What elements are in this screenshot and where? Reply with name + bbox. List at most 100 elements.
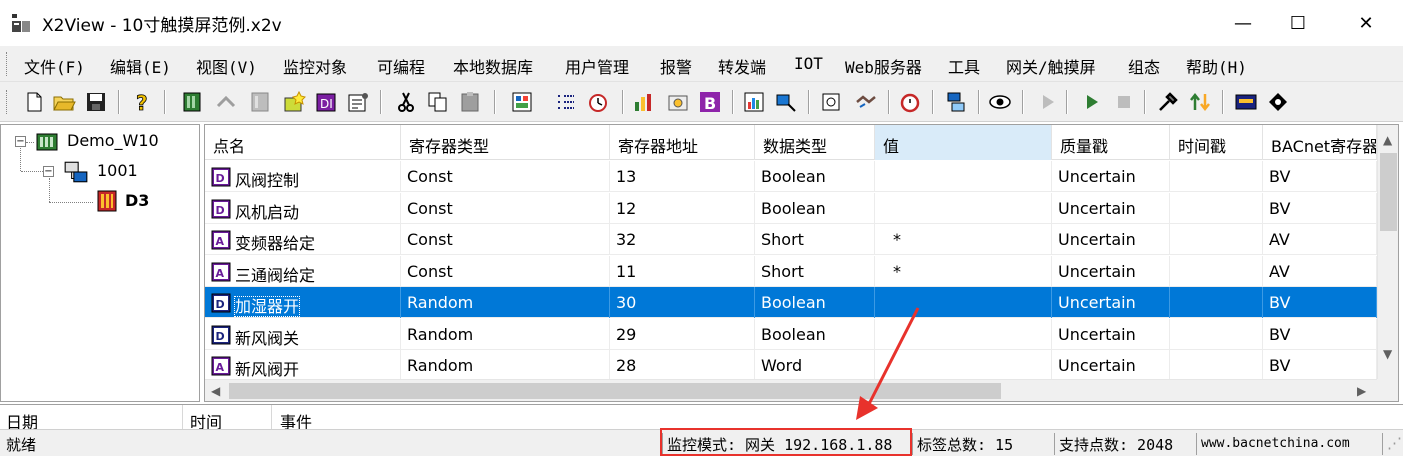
cell-register-address[interactable]: 30 [610, 287, 755, 318]
col-header-value[interactable]: 值 [875, 125, 1052, 160]
tree-device-label[interactable]: D3 [125, 191, 149, 210]
cell-name[interactable]: A 变频器给定 [205, 224, 401, 255]
col-header-register-type[interactable]: 寄存器类型 [401, 125, 610, 160]
paste-icon[interactable] [458, 90, 482, 114]
handshake-icon[interactable] [854, 90, 878, 114]
cell-quality[interactable]: Uncertain [1052, 192, 1170, 224]
cell-value[interactable]: * [875, 224, 1052, 255]
new-tag-icon[interactable] [282, 90, 306, 114]
monitor-icon[interactable] [510, 90, 534, 114]
col-header-name[interactable]: 点名 [205, 125, 401, 160]
cell-register-type[interactable]: Random [401, 318, 610, 350]
cell-name[interactable]: A 三通阀给定 [205, 255, 401, 287]
menu-configuration[interactable]: 组态 [1128, 54, 1160, 78]
cell-register-type[interactable]: Const [401, 192, 610, 224]
cell-timestamp[interactable] [1170, 287, 1263, 318]
cell-register-type[interactable]: Const [401, 224, 610, 255]
tree-collapse-gateway[interactable]: − [43, 166, 54, 177]
report-icon[interactable] [820, 90, 844, 114]
cell-timestamp[interactable] [1170, 224, 1263, 255]
menu-programmable[interactable]: 可编程 [377, 54, 425, 78]
col-header-bacnet[interactable]: BACnet寄存器 [1263, 125, 1377, 160]
cell-value[interactable]: * [875, 255, 1052, 287]
cell-quality[interactable]: Uncertain [1052, 287, 1170, 318]
cell-quality[interactable]: Uncertain [1052, 350, 1170, 381]
cell-register-address[interactable]: 29 [610, 318, 755, 350]
cell-bacnet-register[interactable]: BV [1263, 161, 1377, 192]
disabled-device-icon[interactable] [248, 90, 272, 114]
cell-register-type[interactable]: Random [401, 350, 610, 381]
cell-data-type[interactable]: Short [755, 224, 875, 255]
cell-timestamp[interactable] [1170, 350, 1263, 381]
cell-value[interactable] [875, 192, 1052, 224]
maximize-button[interactable]: ☐ [1270, 0, 1326, 46]
properties-icon[interactable] [346, 90, 370, 114]
clock-icon[interactable] [586, 90, 610, 114]
cell-bacnet-register[interactable]: BV [1263, 192, 1377, 224]
scroll-up-arrow[interactable]: ▲ [1383, 133, 1392, 147]
close-button[interactable]: ✕ [1338, 0, 1394, 46]
cell-register-type[interactable]: Random [401, 287, 610, 318]
cell-register-address[interactable]: 32 [610, 224, 755, 255]
horizontal-scrollbar[interactable]: ◀ ▶ [205, 379, 1377, 401]
scroll-left-arrow[interactable]: ◀ [211, 384, 220, 398]
cell-bacnet-register[interactable]: AV [1263, 255, 1377, 287]
table-row[interactable]: D 风阀控制 Const 13 Boolean Uncertain BV [205, 161, 1377, 192]
cell-register-address[interactable]: 12 [610, 192, 755, 224]
play-icon[interactable] [1080, 90, 1104, 114]
view-icon[interactable] [988, 90, 1012, 114]
menu-forwarder[interactable]: 转发端 [718, 54, 766, 78]
minimize-button[interactable]: — [1215, 0, 1271, 46]
vertical-scroll-thumb[interactable] [1380, 153, 1397, 231]
vertical-scrollbar[interactable]: ▲ ▼ [1377, 125, 1398, 379]
cell-register-address[interactable]: 28 [610, 350, 755, 381]
tools-icon[interactable] [1156, 90, 1180, 114]
menu-monitor-objects[interactable]: 监控对象 [283, 54, 347, 78]
cell-register-type[interactable]: Const [401, 161, 610, 192]
cell-bacnet-register[interactable]: BV [1263, 318, 1377, 350]
menu-view[interactable]: 视图(V) [196, 54, 257, 78]
cell-timestamp[interactable] [1170, 161, 1263, 192]
table-row[interactable]: A 新风阀开 Random 28 Word Uncertain BV [205, 350, 1377, 381]
tag-edit-icon[interactable] [666, 90, 690, 114]
menu-edit[interactable]: 编辑(E) [110, 54, 171, 78]
col-header-data-type[interactable]: 数据类型 [755, 125, 875, 160]
cell-quality[interactable]: Uncertain [1052, 224, 1170, 255]
table-row[interactable]: A 变频器给定 Const 32 Short * Uncertain AV [205, 224, 1377, 255]
cell-register-address[interactable]: 11 [610, 255, 755, 287]
digital-tag-icon[interactable]: DI [314, 90, 338, 114]
network-icon[interactable] [774, 90, 798, 114]
cell-name[interactable]: D 加湿器开 [205, 287, 401, 318]
cell-value[interactable] [875, 161, 1052, 192]
menu-web-server[interactable]: Web服务器 [845, 54, 922, 78]
col-header-quality[interactable]: 质量戳 [1052, 125, 1170, 160]
table-row[interactable]: D 新风阀关 Random 29 Boolean Uncertain BV [205, 318, 1377, 350]
script-icon[interactable] [1266, 90, 1290, 114]
transfer-icon[interactable] [1188, 90, 1212, 114]
list-icon[interactable] [554, 90, 578, 114]
trend-icon[interactable] [632, 90, 656, 114]
server-icon[interactable] [944, 90, 968, 114]
cell-name[interactable]: D 新风阀关 [205, 318, 401, 350]
play-disabled-icon[interactable] [1036, 90, 1060, 114]
connect-icon[interactable] [214, 90, 238, 114]
cell-quality[interactable]: Uncertain [1052, 161, 1170, 192]
new-file-icon[interactable] [22, 90, 46, 114]
cell-bacnet-register[interactable]: BV [1263, 350, 1377, 381]
menu-local-database[interactable]: 本地数据库 [453, 54, 533, 78]
help-icon[interactable]: ? [130, 90, 154, 114]
tree-collapse-root[interactable]: − [15, 136, 26, 147]
col-header-register-address[interactable]: 寄存器地址 [610, 125, 755, 160]
cell-bacnet-register[interactable]: AV [1263, 224, 1377, 255]
menu-tools[interactable]: 工具 [948, 54, 980, 78]
menu-file[interactable]: 文件(F) [24, 54, 85, 78]
menu-help[interactable]: 帮助(H) [1186, 54, 1247, 78]
cell-timestamp[interactable] [1170, 318, 1263, 350]
chart-icon[interactable] [742, 90, 766, 114]
cell-data-type[interactable]: Short [755, 255, 875, 287]
screen-icon[interactable] [1234, 90, 1258, 114]
cell-register-address[interactable]: 13 [610, 161, 755, 192]
cell-data-type[interactable]: Boolean [755, 192, 875, 224]
device-icon[interactable] [180, 90, 204, 114]
cell-timestamp[interactable] [1170, 255, 1263, 287]
